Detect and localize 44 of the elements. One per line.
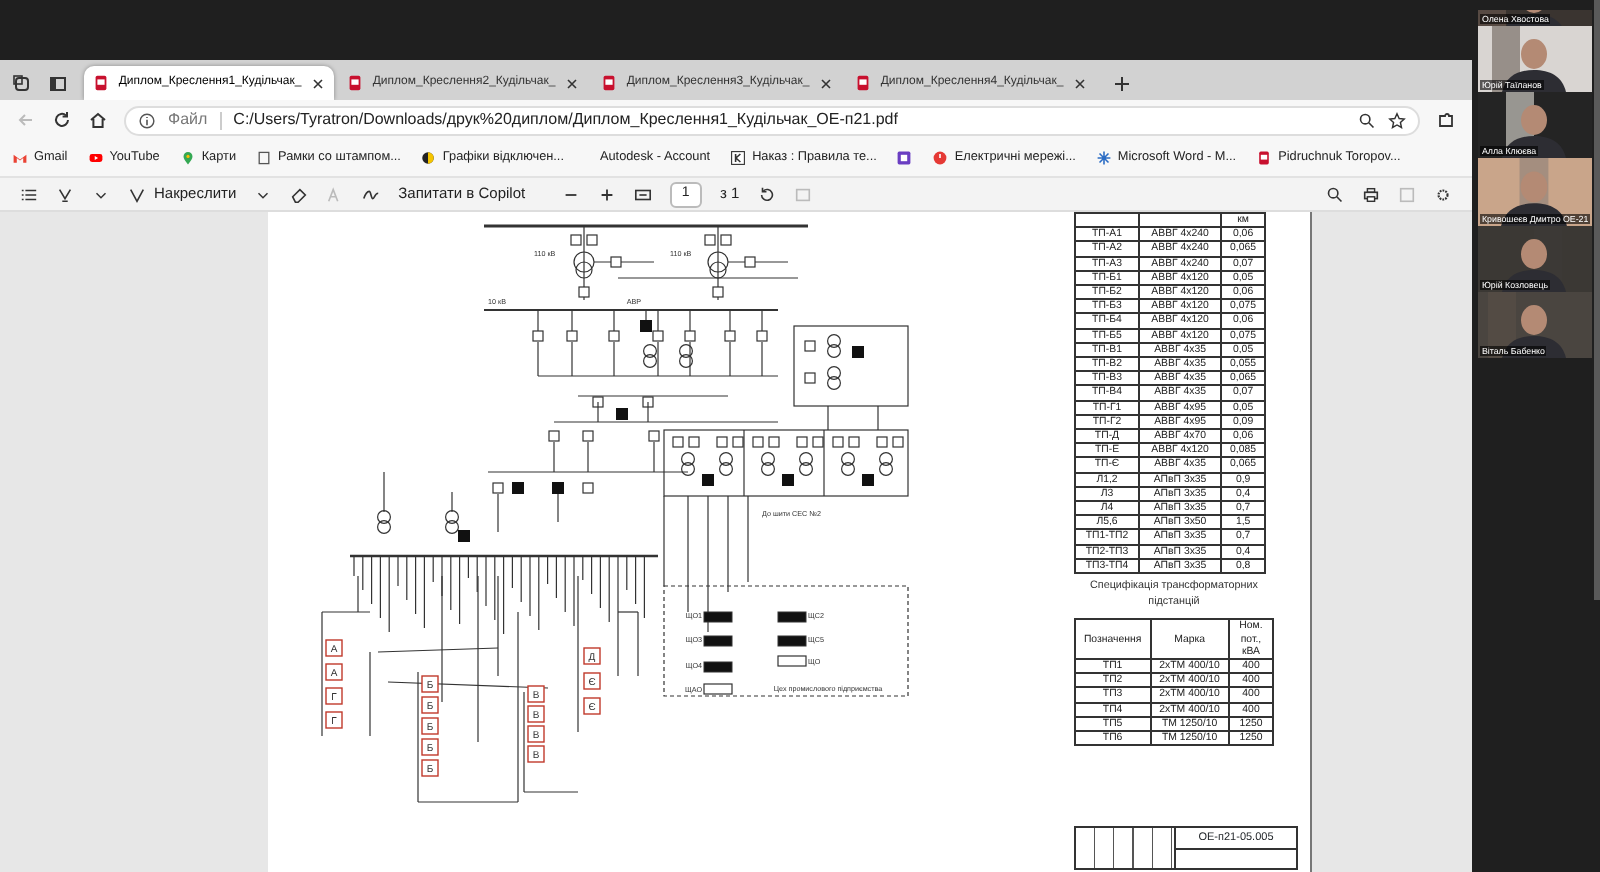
eraser-icon[interactable] [290, 185, 309, 203]
zoom-icon[interactable] [1358, 111, 1376, 129]
pdf-icon [600, 74, 618, 92]
tab-actions-icon[interactable] [48, 74, 68, 94]
k-logo-icon[interactable] [730, 149, 747, 166]
fit-page-icon[interactable] [633, 185, 652, 203]
home-icon[interactable] [88, 110, 108, 130]
page-icon[interactable] [256, 149, 273, 166]
new-tab-icon[interactable] [1112, 74, 1132, 94]
close-icon[interactable] [1072, 75, 1088, 91]
close-icon[interactable] [564, 75, 580, 91]
settings-icon[interactable] [1434, 185, 1452, 203]
pen-icon [128, 185, 146, 203]
map-pin-icon[interactable] [179, 149, 196, 166]
zoom-in-icon[interactable] [597, 185, 616, 203]
pdf-icon [92, 74, 110, 92]
power-icon[interactable] [932, 149, 949, 166]
rotate-icon[interactable] [757, 185, 776, 203]
info-icon [138, 111, 156, 129]
close-icon[interactable] [818, 75, 834, 91]
address-bar[interactable]: Файл C:/Users/Tyratron/Downloads/друк%20диплом/Диплом_Креслення1_Кудільчак_ОЕ-п21.pdf [124, 105, 1420, 135]
pdf-icon[interactable] [1256, 149, 1273, 166]
file-scheme-label: Файл [168, 108, 208, 132]
extensions-icon[interactable] [1436, 110, 1456, 130]
flower-icon[interactable] [1095, 149, 1112, 166]
search-icon[interactable] [1326, 185, 1344, 203]
circle-icon[interactable] [420, 149, 437, 166]
read-aloud-icon[interactable] [362, 185, 381, 203]
url-text: C:/Users/Tyratron/Downloads/друк%20диплом/Диплом_Креслення1_Кудільчак_ОЕ-п21.pdf [233, 108, 898, 132]
gmail-icon[interactable] [12, 149, 28, 166]
close-icon[interactable] [310, 75, 326, 91]
pdf-icon [346, 74, 364, 92]
scrollbar[interactable] [1594, 0, 1600, 600]
contents-icon[interactable] [20, 185, 38, 203]
back-icon [16, 110, 36, 130]
favorite-star-icon[interactable] [1388, 111, 1406, 129]
highlighter-icon[interactable] [56, 185, 74, 203]
bookmark-square-logo-icon[interactable] [896, 150, 913, 166]
print-icon[interactable] [1362, 185, 1380, 203]
pdf-icon [854, 74, 872, 92]
reload-icon[interactable] [52, 110, 72, 130]
save-icon [1398, 185, 1416, 203]
workspaces-icon[interactable] [12, 74, 32, 94]
page-view-icon [793, 185, 812, 203]
